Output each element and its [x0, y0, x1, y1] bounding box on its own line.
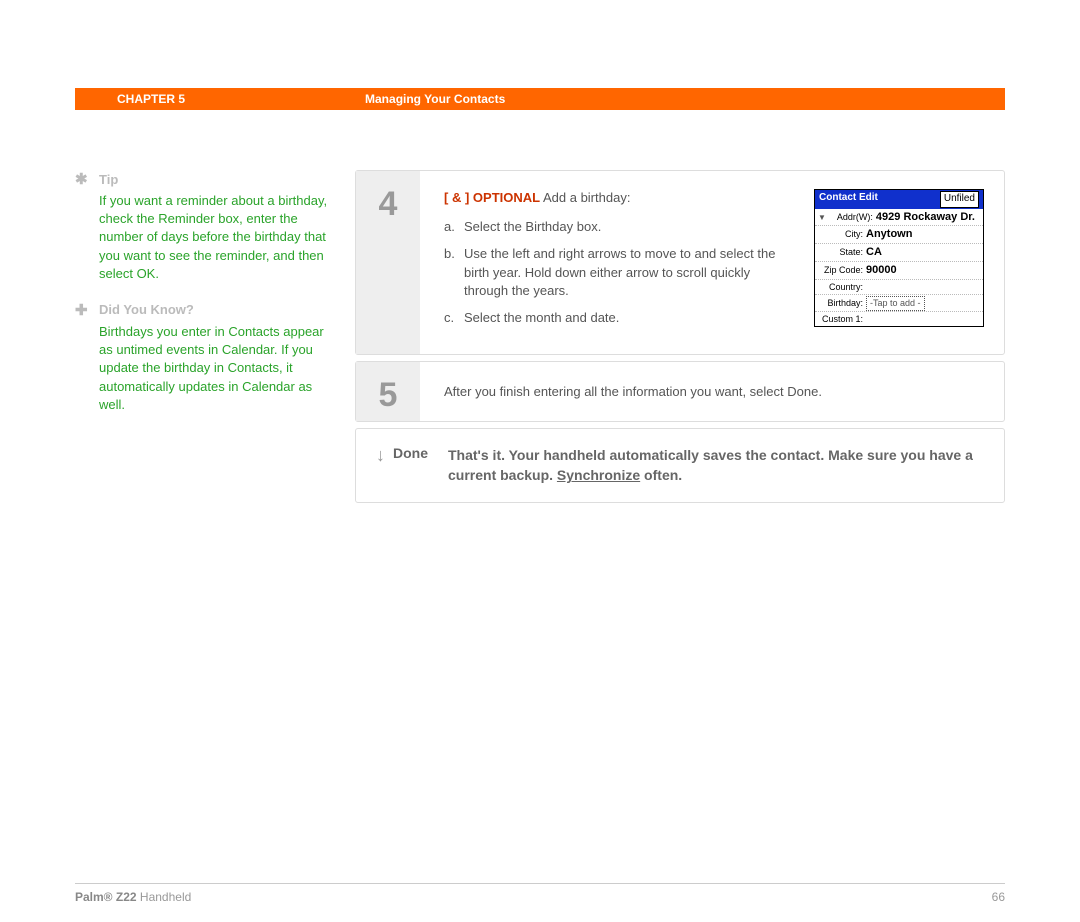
- sub-a-text: Select the Birthday box.: [464, 218, 601, 237]
- sidebar: ✱ Tip If you want a reminder about a bir…: [75, 170, 355, 503]
- scr-city-label: City:: [818, 228, 866, 241]
- footer-model: Z22: [116, 890, 137, 904]
- sub-b-letter: b.: [444, 245, 464, 302]
- scr-state-label: State:: [818, 246, 866, 259]
- sub-c-letter: c.: [444, 309, 464, 328]
- contact-edit-screenshot: Contact Edit Unfiled ▼Addr(W):4929 Rocka…: [814, 189, 984, 336]
- dyk-label: Did You Know?: [99, 302, 194, 317]
- step-4-text: [ & ] OPTIONAL Add a birthday: a.Select …: [444, 189, 796, 336]
- scr-category: Unfiled: [940, 191, 979, 208]
- optional-label: OPTIONAL: [473, 190, 540, 205]
- step-5-number: 5: [379, 376, 398, 415]
- header-bar: CHAPTER 5 Managing Your Contacts: [75, 88, 1005, 110]
- scr-addr-val: 4929 Rockaway Dr.: [876, 210, 975, 226]
- tip-body: If you want a reminder about a birthday,…: [99, 192, 335, 283]
- scr-zip-val: 90000: [866, 263, 897, 279]
- sub-a-letter: a.: [444, 218, 464, 237]
- did-you-know-block: ✚ Did You Know? Birthdays you enter in C…: [75, 301, 335, 414]
- scr-birthday-label: Birthday:: [818, 297, 866, 310]
- tip-label: Tip: [99, 172, 118, 187]
- asterisk-icon: ✱: [75, 170, 99, 188]
- footer: Palm® Z22 Handheld 66: [75, 883, 1005, 904]
- done-row: ↓ Done That's it. Your handheld automati…: [355, 428, 1005, 503]
- tip-block: ✱ Tip If you want a reminder about a bir…: [75, 170, 335, 283]
- done-arrow-icon: ↓: [376, 445, 385, 466]
- footer-suffix: Handheld: [140, 890, 191, 904]
- scr-state-val: CA: [866, 245, 882, 261]
- footer-brand: Palm®: [75, 890, 113, 904]
- sub-c-text: Select the month and date.: [464, 309, 619, 328]
- scr-birthday-val: -Tap to add -: [866, 296, 925, 311]
- done-text-a: That's it. Your handheld automatically s…: [448, 447, 973, 483]
- step-4-number: 4: [379, 185, 398, 224]
- synchronize-link[interactable]: Synchronize: [557, 467, 640, 483]
- done-text-b: often.: [640, 467, 682, 483]
- scr-zip-label: Zip Code:: [818, 264, 866, 277]
- header-title: Managing Your Contacts: [365, 92, 505, 106]
- footer-page: 66: [992, 890, 1005, 904]
- scr-title: Contact Edit: [819, 191, 878, 208]
- scr-country-label: Country:: [818, 281, 866, 294]
- dyk-body: Birthdays you enter in Contacts appear a…: [99, 323, 335, 414]
- footer-left: Palm® Z22 Handheld: [75, 890, 191, 904]
- header-chapter: CHAPTER 5: [117, 92, 185, 106]
- done-text: That's it. Your handheld automatically s…: [448, 445, 984, 486]
- sub-b-text: Use the left and right arrows to move to…: [464, 245, 796, 302]
- step-4: 4 [ & ] OPTIONAL Add a birthday: a.Selec…: [355, 170, 1005, 355]
- optional-brackets: [ & ]: [444, 190, 469, 205]
- step-5: 5 After you finish entering all the info…: [355, 361, 1005, 422]
- plus-icon: ✚: [75, 301, 99, 319]
- scr-custom-label: Custom 1:: [818, 313, 866, 326]
- done-label: Done: [393, 445, 428, 461]
- step-5-text: After you finish entering all the inform…: [420, 362, 1004, 421]
- dropdown-icon: ▼: [818, 212, 826, 224]
- scr-city-val: Anytown: [866, 227, 912, 243]
- main-steps: 4 [ & ] OPTIONAL Add a birthday: a.Selec…: [355, 170, 1005, 503]
- scr-addr-label: Addr(W):: [828, 211, 876, 224]
- optional-tail: Add a birthday:: [543, 190, 630, 205]
